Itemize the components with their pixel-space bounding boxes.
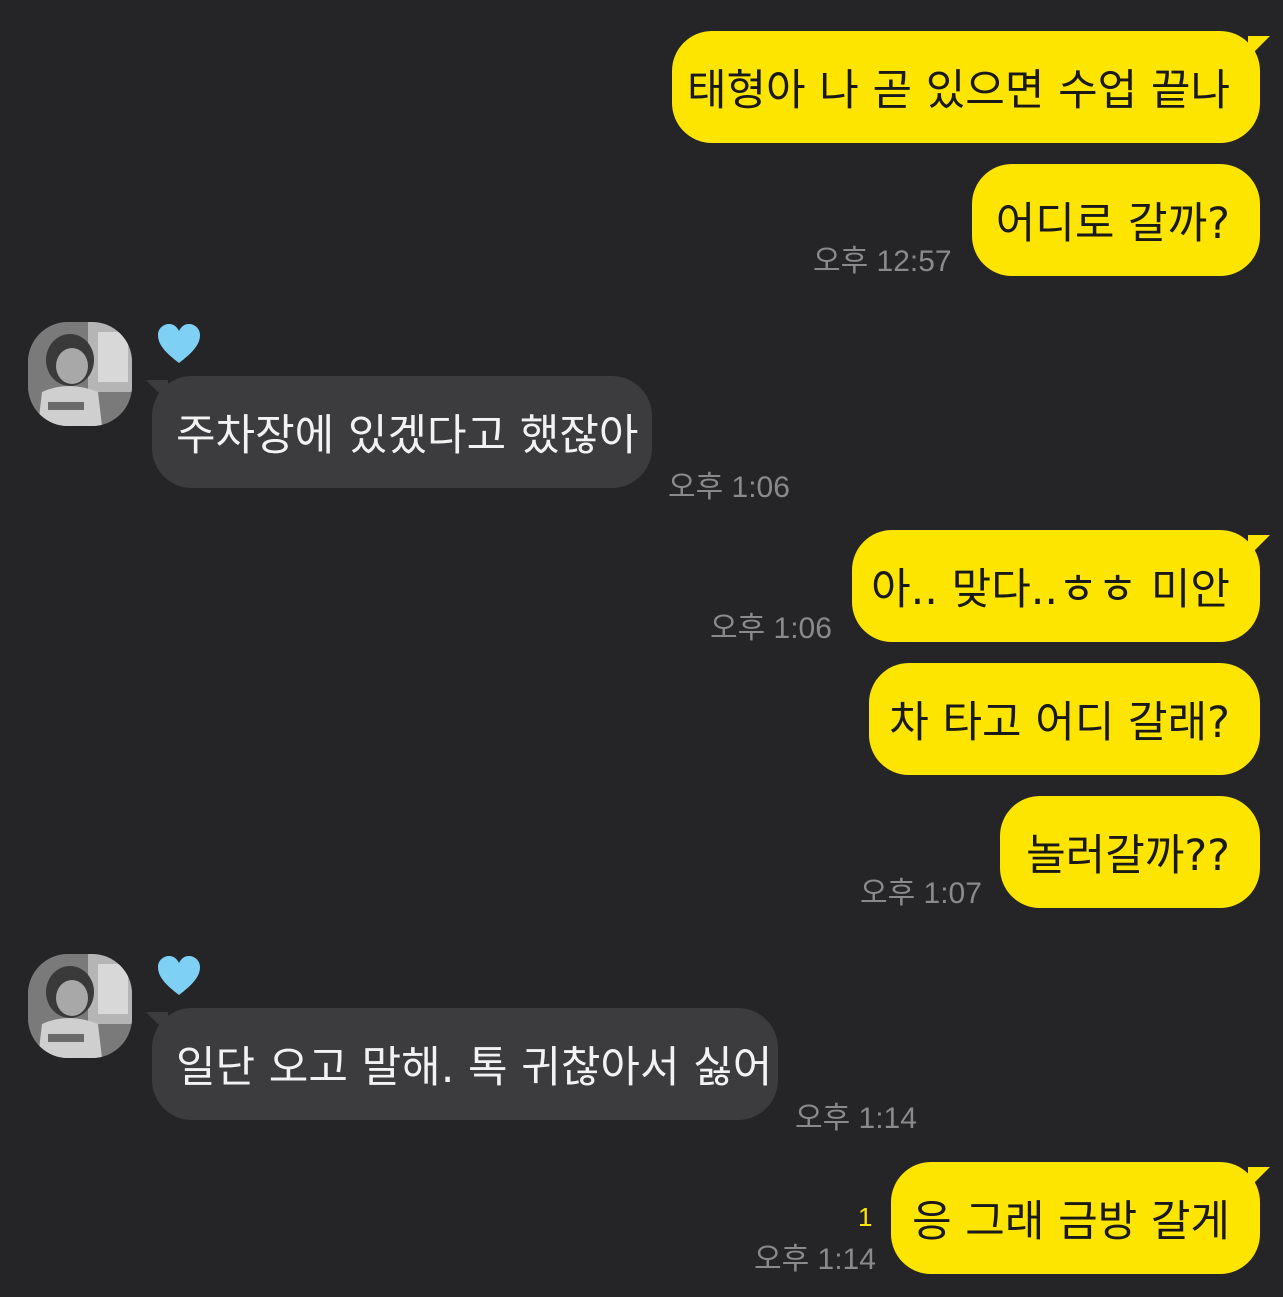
my-message-bubble[interactable]: 차 타고 어디 갈래? <box>869 663 1260 775</box>
their-message-bubble[interactable]: 주차장에 있겠다고 했잖아 <box>152 376 652 488</box>
message-text: 놀러갈까?? <box>1026 831 1230 881</box>
message-timestamp: 오후 1:07 <box>860 877 982 910</box>
light-blue-heart-icon <box>158 324 200 363</box>
contact-avatar[interactable] <box>28 954 132 1058</box>
my-message-bubble[interactable]: 놀러갈까?? <box>1000 796 1260 908</box>
message-timestamp: 오후 1:06 <box>710 612 832 645</box>
message-timestamp: 오후 1:14 <box>795 1102 917 1135</box>
bubble-tail <box>1248 36 1270 58</box>
my-message-bubble[interactable]: 응 그래 금방 갈게 <box>891 1162 1260 1274</box>
profile-photo-icon <box>28 954 132 1058</box>
my-message-bubble[interactable]: 어디로 갈까? <box>972 164 1260 276</box>
bubble-tail <box>1248 535 1270 557</box>
message-text: 아.. 맞다..ㅎㅎ 미안 <box>871 565 1230 615</box>
message-text: 태형아 나 곧 있으면 수업 끝나 <box>686 66 1230 116</box>
message-timestamp: 오후 1:06 <box>668 471 790 504</box>
message-text: 차 타고 어디 갈래? <box>889 698 1230 748</box>
my-message-bubble[interactable]: 아.. 맞다..ㅎㅎ 미안 <box>852 530 1260 642</box>
message-timestamp: 오후 12:57 <box>813 245 952 278</box>
message-text: 주차장에 있겠다고 했잖아 <box>176 411 639 461</box>
their-message-bubble[interactable]: 일단 오고 말해. 톡 귀찮아서 싫어 <box>152 1008 778 1120</box>
profile-photo-icon <box>28 322 132 426</box>
contact-avatar[interactable] <box>28 322 132 426</box>
my-message-bubble[interactable]: 태형아 나 곧 있으면 수업 끝나 <box>672 31 1260 143</box>
message-text: 일단 오고 말해. 톡 귀찮아서 싫어 <box>176 1043 773 1093</box>
message-text: 응 그래 금방 갈게 <box>912 1197 1230 1247</box>
unread-count: 1 <box>858 1202 873 1232</box>
light-blue-heart-icon <box>158 956 200 995</box>
bubble-tail <box>1248 1167 1270 1189</box>
message-text: 어디로 갈까? <box>995 199 1230 249</box>
message-timestamp: 오후 1:14 <box>754 1243 876 1276</box>
